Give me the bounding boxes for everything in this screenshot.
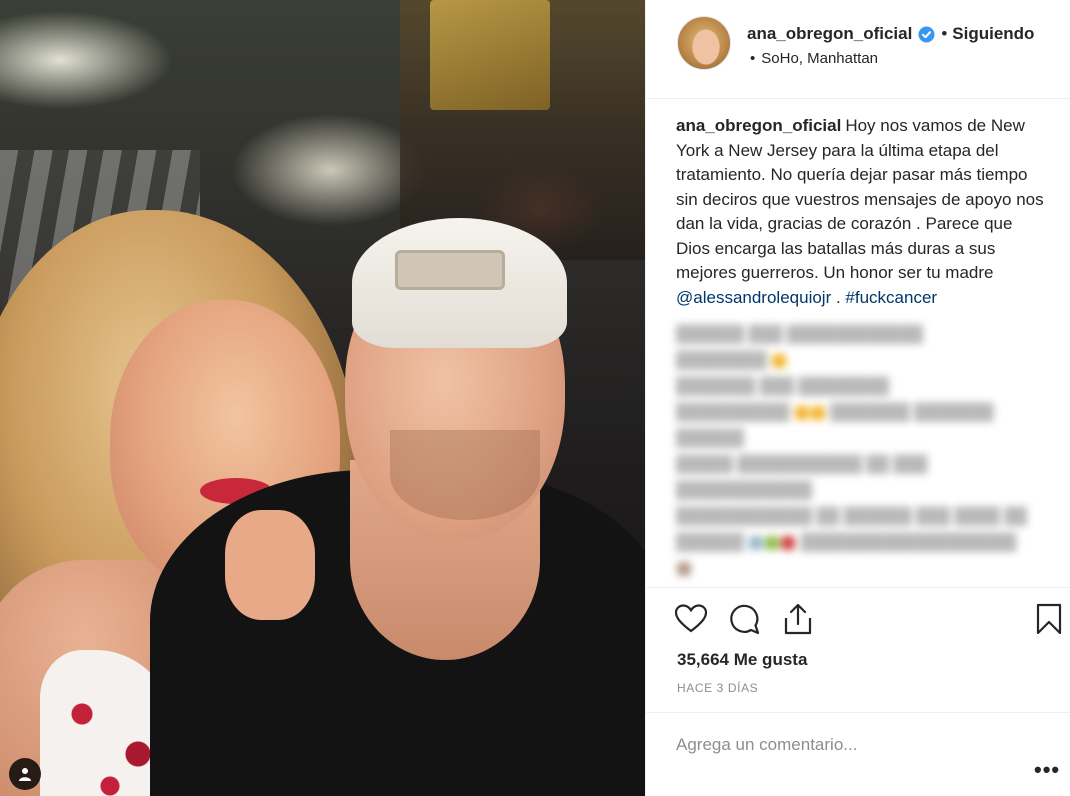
- post-details-panel: ana_obregon_oficial • Siguiendo • SoHo, M…: [645, 0, 1070, 796]
- caption-author-link[interactable]: ana_obregon_oficial: [676, 116, 841, 135]
- username-link[interactable]: ana_obregon_oficial: [747, 24, 912, 44]
- location-link[interactable]: SoHo, Manhattan: [761, 50, 878, 67]
- blurred-comment-line: ███████ ███ ████████: [676, 378, 889, 395]
- post-photo[interactable]: [0, 0, 645, 796]
- location-row: • SoHo, Manhattan: [750, 50, 878, 67]
- more-options-button[interactable]: •••: [1034, 757, 1060, 783]
- bookmark-icon: [1036, 603, 1062, 635]
- photo-man-cap-strap: [395, 250, 505, 290]
- heart-icon: [675, 604, 707, 633]
- photo-street-sign: [430, 0, 550, 110]
- share-icon: [784, 603, 812, 635]
- blurred-comment-line: ████████: [676, 348, 1046, 374]
- caption-separator: .: [831, 287, 846, 307]
- caption-mention-link[interactable]: @alessandrolequiojr: [676, 288, 831, 307]
- blurred-comment-line: ██████████ ███████ ███████ ██████: [676, 404, 994, 447]
- blurred-comment-line: ██████ ███████████████████: [676, 534, 1017, 551]
- location-bullet: •: [750, 50, 756, 67]
- post-caption: ana_obregon_oficial Hoy nos vamos de New …: [676, 114, 1046, 310]
- blurred-comment-line: [676, 556, 1046, 582]
- caption-hashtag-link[interactable]: #fuckcancer: [845, 288, 937, 307]
- save-button[interactable]: [1032, 602, 1066, 636]
- comments-section: ana_obregon_oficial Hoy nos vamos de New …: [676, 114, 1046, 582]
- post-header: ana_obregon_oficial • Siguiendo • SoHo, M…: [646, 0, 1070, 99]
- photo-woman-hand: [225, 510, 315, 620]
- verified-badge-icon: [918, 26, 935, 43]
- blurred-comment-line: ████████████ ██ ██████ ███ ████ ██: [676, 508, 1027, 525]
- comment-input[interactable]: [676, 733, 996, 757]
- caption-text: Hoy nos vamos de New York a New Jersey p…: [676, 116, 1044, 282]
- share-button[interactable]: [781, 602, 815, 636]
- like-button[interactable]: [674, 602, 708, 636]
- action-bar: 35,664 Me gusta: [646, 587, 1070, 683]
- user-tags-button[interactable]: [9, 758, 41, 790]
- blurred-comment-line: ██████ ███ ████████████: [676, 326, 923, 343]
- likes-count[interactable]: 35,664 Me gusta: [677, 650, 807, 670]
- comment-button[interactable]: [727, 602, 761, 636]
- avatar[interactable]: [677, 16, 731, 70]
- blurred-comments: ██████ ███ ████████████ ████████ ███████…: [676, 322, 1046, 582]
- post-timestamp[interactable]: HACE 3 DÍAS: [677, 681, 758, 695]
- username-row: ana_obregon_oficial • Siguiendo: [747, 24, 1034, 44]
- blurred-comment-line: █████ ███████████ ██ ███ ████████████: [676, 456, 928, 499]
- person-icon: [19, 768, 31, 781]
- separator-dot: •: [941, 24, 948, 43]
- add-comment-bar: •••: [646, 712, 1070, 796]
- comment-bubble-icon: [730, 604, 760, 635]
- photo-man-beard: [390, 430, 540, 520]
- following-button[interactable]: Siguiendo: [952, 24, 1034, 44]
